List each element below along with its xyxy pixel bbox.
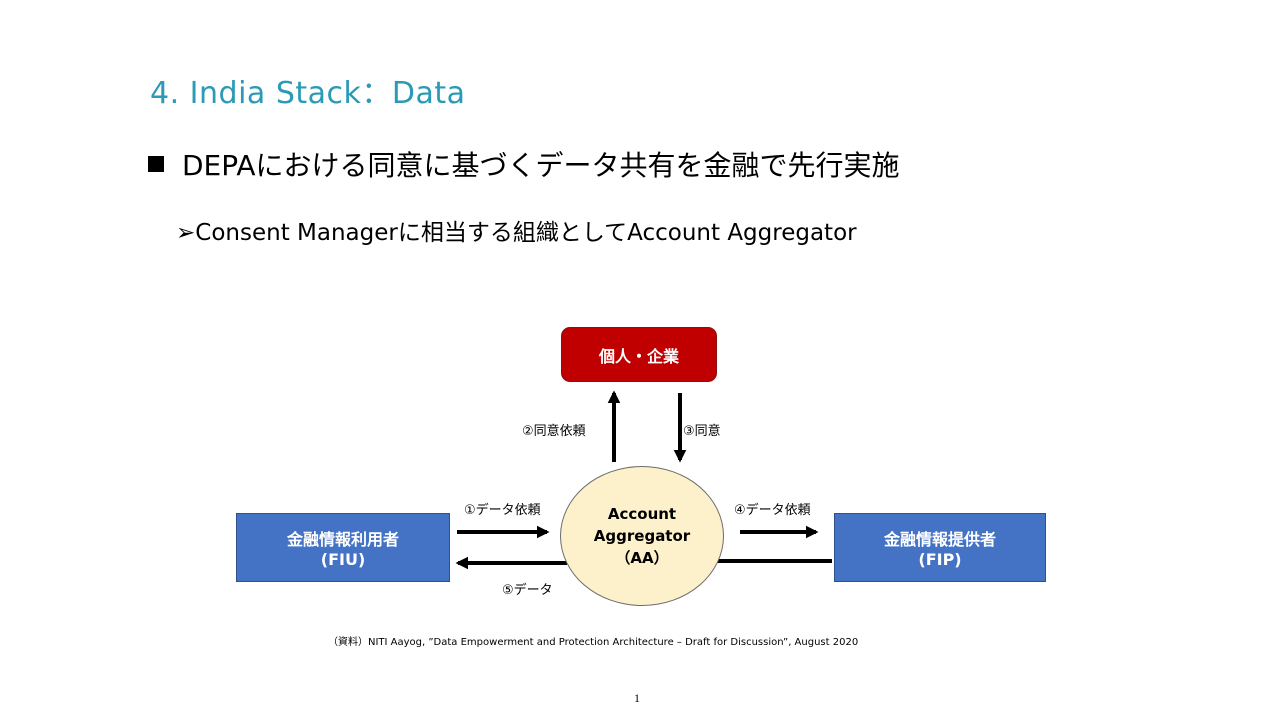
individual-enterprise-label: 個人・企業 — [598, 346, 679, 366]
fiu-box: 金融情報利用者 (FIU) — [236, 513, 450, 582]
fiu-label: 金融情報利用者 — [286, 530, 399, 549]
page-number: 1 — [634, 691, 640, 705]
fip-box: 金融情報提供者 (FIP) — [834, 513, 1046, 582]
account-aggregator-circle: Account Aggregator （AA） — [560, 466, 724, 606]
step4-label: ④データ依頼 — [734, 503, 811, 518]
step5-label: ⑤データ — [502, 583, 553, 598]
aa-line3: （AA） — [615, 549, 669, 567]
step3-label: ③同意 — [683, 424, 721, 439]
step1-label: ①データ依頼 — [464, 503, 541, 518]
aa-line2: Aggregator — [593, 527, 691, 545]
fip-label: 金融情報提供者 — [883, 530, 996, 549]
fip-abbrev: (FIP) — [918, 550, 962, 569]
fiu-abbrev: (FIU) — [320, 550, 366, 569]
aa-line1: Account — [607, 505, 677, 523]
source-note: （資料）NITI Aayog, ”Data Empowerment and Pr… — [328, 637, 859, 648]
individual-enterprise-box: 個人・企業 — [561, 327, 717, 382]
step2-label: ②同意依頼 — [522, 424, 586, 439]
